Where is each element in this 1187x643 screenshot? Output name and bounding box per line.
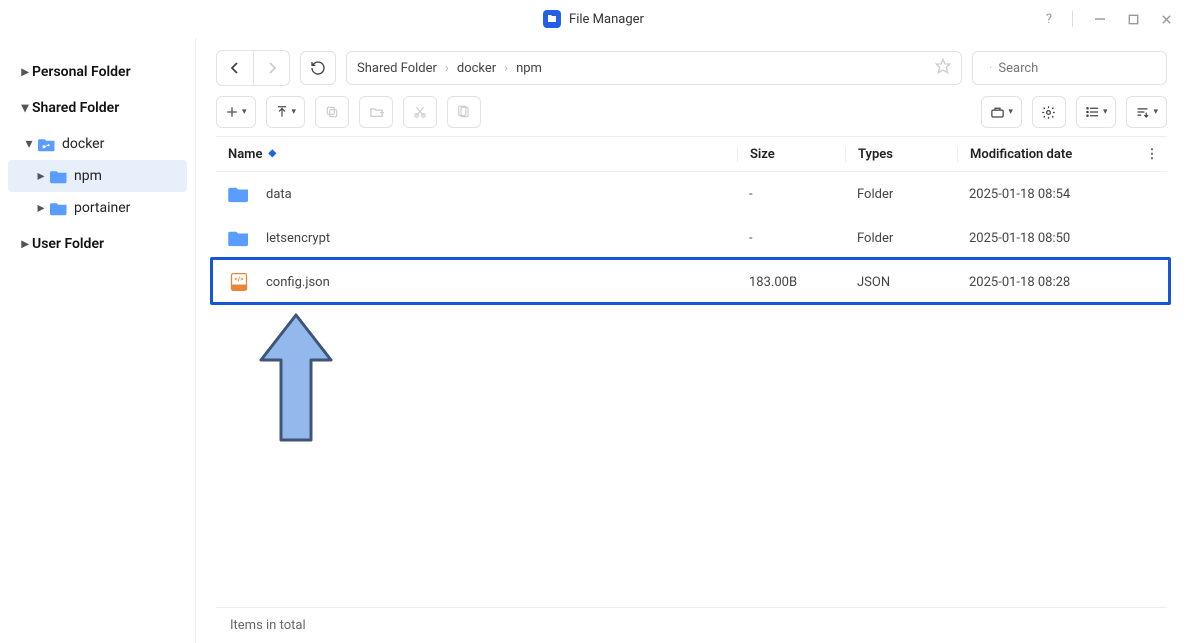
cut-button[interactable] <box>403 96 437 128</box>
file-type: JSON <box>845 275 957 290</box>
caret-right-icon: ▸ <box>34 168 48 184</box>
file-date: 2025-01-18 08:28 <box>957 275 1137 290</box>
caret-down-icon: ▾ <box>18 100 32 116</box>
move-button[interactable] <box>359 96 393 128</box>
folder-icon <box>228 228 250 248</box>
minimize-button[interactable] <box>1093 12 1107 26</box>
sidebar: ▸ Personal Folder ▾ Shared Folder ▾ dock… <box>0 38 196 643</box>
table-row[interactable]: letsencrypt -Folder2025-01-18 08:50 <box>216 216 1167 260</box>
breadcrumb-segment[interactable]: docker <box>457 61 496 76</box>
file-list: data-Folder2025-01-18 08:54letsencrypt-F… <box>216 172 1167 304</box>
divider <box>1072 11 1073 27</box>
caret-down-icon: ▾ <box>292 107 297 117</box>
column-header-types[interactable]: Types <box>845 147 957 162</box>
breadcrumb: Shared Folder › docker › npm <box>346 51 962 85</box>
app-icon <box>543 10 561 28</box>
search-box[interactable]: · <box>972 51 1167 85</box>
caret-down-icon: ▾ <box>1008 107 1013 117</box>
content-area: Shared Folder › docker › npm · ▾ <box>196 38 1187 643</box>
view-list-button[interactable]: ▾ <box>1076 96 1117 128</box>
file-date: 2025-01-18 08:54 <box>957 187 1137 202</box>
file-type: Folder <box>845 231 957 246</box>
arrow-annotation <box>251 310 341 450</box>
sidebar-item-label: docker <box>62 136 104 152</box>
file-type: Folder <box>845 187 957 202</box>
folder-icon <box>50 201 68 216</box>
caret-down-icon: ▾ <box>242 107 247 117</box>
sidebar-item-portainer[interactable]: ▸ portainer <box>0 192 195 224</box>
breadcrumb-segment[interactable]: npm <box>516 61 542 76</box>
file-size: - <box>737 187 845 202</box>
file-name: letsencrypt <box>266 231 330 246</box>
status-text: Items in total <box>230 618 306 633</box>
search-input[interactable] <box>998 61 1164 76</box>
json-file-icon: </> <box>228 272 250 292</box>
caret-down-icon: ▾ <box>22 136 36 152</box>
column-options-button[interactable]: ⋮ <box>1137 147 1167 162</box>
action-toolbar: ▾ ▾ ▾ <box>216 96 1167 128</box>
column-header-date[interactable]: Modification date <box>957 147 1137 162</box>
sidebar-root-label: User Folder <box>32 236 104 252</box>
nav-back-button[interactable] <box>217 51 253 85</box>
file-size: - <box>737 231 845 246</box>
svg-text:</>: </> <box>234 275 244 283</box>
sort-button[interactable]: ▾ <box>1126 96 1167 128</box>
file-date: 2025-01-18 08:50 <box>957 231 1137 246</box>
help-button[interactable]: ? <box>1046 12 1052 27</box>
caret-right-icon: ▸ <box>18 236 32 252</box>
caret-down-icon: ▾ <box>1103 107 1108 117</box>
folder-icon <box>50 169 68 184</box>
new-button[interactable]: ▾ <box>216 96 256 128</box>
sidebar-root-user[interactable]: ▸ User Folder <box>0 228 195 260</box>
breadcrumb-segment[interactable]: Shared Folder <box>357 61 437 76</box>
file-name: data <box>266 187 292 202</box>
caret-right-icon: ▸ <box>34 200 48 216</box>
caret-right-icon: ▸ <box>18 64 32 80</box>
sidebar-item-label: portainer <box>74 200 130 216</box>
refresh-button[interactable] <box>300 51 336 85</box>
sidebar-root-shared[interactable]: ▾ Shared Folder <box>0 92 195 124</box>
table-header: Name ◆ Size Types Modification date ⋮ <box>216 136 1167 172</box>
sidebar-root-label: Shared Folder <box>32 100 119 116</box>
column-header-size[interactable]: Size <box>737 147 845 162</box>
copy-button[interactable] <box>315 96 349 128</box>
maximize-button[interactable] <box>1127 13 1140 26</box>
sidebar-root-label: Personal Folder <box>32 64 131 80</box>
sidebar-item-npm[interactable]: ▸ npm <box>8 160 187 192</box>
app-title: File Manager <box>569 12 644 27</box>
column-header-name[interactable]: Name ◆ <box>228 147 737 162</box>
favorite-button[interactable] <box>935 58 951 78</box>
search-separator: · <box>989 61 992 76</box>
status-bar: Items in total <box>216 607 1167 643</box>
sidebar-item-docker[interactable]: ▾ docker <box>0 128 195 160</box>
sidebar-item-label: npm <box>74 168 102 184</box>
close-button[interactable] <box>1160 13 1173 26</box>
shared-folder-icon <box>38 137 56 152</box>
nav-toolbar: Shared Folder › docker › npm · <box>216 50 1167 86</box>
chevron-right-icon: › <box>504 61 508 76</box>
column-header-label: Name <box>228 147 262 162</box>
folder-icon <box>228 184 250 204</box>
settings-button[interactable] <box>1032 96 1066 128</box>
toolbox-button[interactable]: ▾ <box>981 96 1022 128</box>
chevron-right-icon: › <box>445 61 449 76</box>
nav-forward-button[interactable] <box>253 51 289 85</box>
titlebar: File Manager ? <box>0 0 1187 38</box>
table-row[interactable]: </> config.json 183.00BJSON2025-01-18 08:2… <box>216 260 1167 304</box>
table-row[interactable]: data -Folder2025-01-18 08:54 <box>216 172 1167 216</box>
paste-button[interactable] <box>447 96 481 128</box>
caret-down-icon: ▾ <box>1153 107 1158 117</box>
upload-button[interactable]: ▾ <box>266 96 306 128</box>
file-name: config.json <box>266 275 330 290</box>
sort-ascending-icon: ◆ <box>268 149 276 159</box>
file-size: 183.00B <box>737 275 845 290</box>
sidebar-root-personal[interactable]: ▸ Personal Folder <box>0 56 195 88</box>
